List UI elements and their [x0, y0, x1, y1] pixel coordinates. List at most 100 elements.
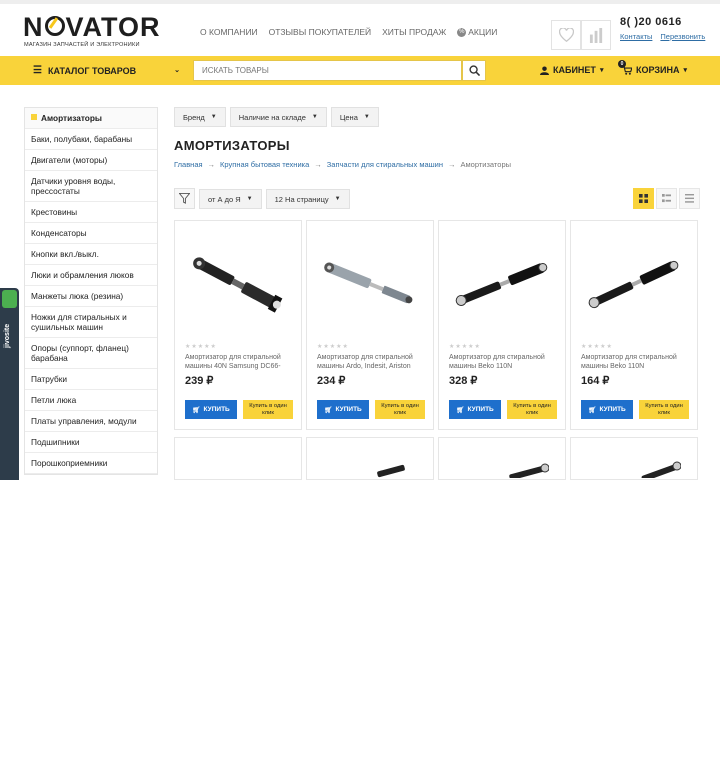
sidebar-item-door-hinges[interactable]: Петли люка	[25, 390, 157, 411]
product-card[interactable]	[570, 437, 698, 480]
per-page-select[interactable]: 12 На страницу ▼	[265, 188, 350, 209]
buy-label: КУПИТЬ	[599, 406, 626, 413]
logo[interactable]: N VATOR	[23, 14, 161, 41]
sidebar-item-doors[interactable]: Люки и обрамления люков	[25, 265, 157, 286]
sidebar-item-capacitors[interactable]: Конденсаторы	[25, 223, 157, 244]
buy-button[interactable]: 🛒︎ КУПИТЬ	[581, 400, 633, 419]
price-value: 234	[317, 375, 336, 387]
shock-absorber-image	[588, 260, 679, 309]
top-nav: О КОМПАНИИ ОТЗЫВЫ ПОКУПАТЕЛЕЙ ХИТЫ ПРОДА…	[200, 27, 508, 37]
sidebar-item-crosspieces[interactable]: Крестовины	[25, 202, 157, 223]
nav-sales[interactable]: % АКЦИИ	[457, 27, 497, 37]
shock-absorber-image	[324, 262, 413, 304]
sort-select[interactable]: от А до Я ▼	[199, 188, 262, 209]
filter-price[interactable]: Цена ▼	[330, 107, 379, 127]
page-title: АМОРТИЗАТОРЫ	[174, 138, 290, 153]
cart-count-badge: 0	[618, 60, 626, 68]
filter-price-label: Цена	[339, 113, 358, 122]
product-price: 234 ₽	[317, 374, 345, 387]
product-price: 164 ₽	[581, 374, 609, 387]
nav-hits[interactable]: ХИТЫ ПРОДАЖ	[382, 27, 446, 37]
rating-stars: ★★★★★	[185, 344, 217, 350]
sidebar-item-door-seals[interactable]: Манжеты люка (резина)	[25, 286, 157, 307]
sidebar-item-tanks[interactable]: Баки, полубаки, барабаны	[25, 129, 157, 150]
cart-icon: 🛒︎	[456, 406, 465, 414]
search-button[interactable]	[462, 60, 486, 81]
sort-row: от А до Я ▼ 12 На страницу ▼	[174, 188, 350, 209]
buy-label: КУПИТЬ	[467, 406, 494, 413]
compare-button[interactable]	[581, 20, 611, 50]
product-name[interactable]: Амортизатор для стиральной машины Beko 1…	[581, 353, 693, 371]
breadcrumb-appliances[interactable]: Крупная бытовая техника	[220, 160, 309, 169]
buy-button[interactable]: 🛒︎ КУПИТЬ	[317, 400, 369, 419]
sort-label: от А до Я	[208, 194, 241, 204]
one-click-button[interactable]: Купить в один клик	[243, 400, 293, 419]
filter-stock[interactable]: Наличие на складе ▼	[229, 107, 327, 127]
sidebar-item-bearings[interactable]: Подшипники	[25, 432, 157, 453]
product-card[interactable]	[438, 437, 566, 480]
nav-about[interactable]: О КОМПАНИИ	[200, 27, 258, 37]
search-input[interactable]: ИСКАТЬ ТОВАРЫ	[193, 60, 462, 81]
filter-brand[interactable]: Бренд ▼	[174, 107, 226, 127]
sidebar-item-control-boards[interactable]: Платы управления, модули	[25, 411, 157, 432]
cart-icon: 🛒︎	[324, 406, 333, 414]
buy-button[interactable]: 🛒︎ КУПИТЬ	[185, 400, 237, 419]
sidebar-item-label: Амортизаторы	[41, 113, 103, 123]
sidebar-item-feet[interactable]: Ножки для стиральных и сушильных машин	[25, 307, 157, 338]
compact-view-button[interactable]	[656, 188, 677, 209]
one-click-button[interactable]: Купить в один клик	[375, 400, 425, 419]
callback-link[interactable]: Перезвонить	[660, 32, 705, 41]
rating-stars: ★★★★★	[449, 344, 481, 350]
price-value: 239	[185, 375, 204, 387]
cart-button[interactable]: 0 КОРЗИНА ▾	[618, 60, 687, 75]
shock-absorber-image	[193, 257, 283, 313]
cabinet-button[interactable]: КАБИНЕТ ▾	[540, 65, 603, 75]
per-page-label: 12 На страницу	[274, 194, 329, 204]
rating-stars: ★★★★★	[317, 344, 349, 350]
product-card[interactable]: ★★★★★ Амортизатор для стиральной машины …	[570, 220, 698, 430]
buy-button[interactable]: 🛒︎ КУПИТЬ	[449, 400, 501, 419]
breadcrumb-home[interactable]: Главная	[174, 160, 203, 169]
breadcrumb-separator: →	[448, 160, 456, 169]
active-marker	[31, 114, 37, 120]
currency: ₽	[206, 375, 214, 387]
product-card[interactable]	[174, 437, 302, 480]
cart-label: КОРЗИНА	[636, 65, 680, 75]
product-card[interactable]: ★★★★★ Амортизатор для стиральной машины …	[306, 220, 434, 430]
grid-icon	[639, 194, 648, 203]
one-click-button[interactable]: Купить в один клик	[639, 400, 689, 419]
list-icon	[685, 194, 694, 203]
breadcrumb-washer-parts[interactable]: Запчасти для стиральных машин	[327, 160, 443, 169]
chevron-down-icon: ▾	[683, 67, 687, 74]
sidebar-item-shock-absorbers[interactable]: Амортизаторы	[25, 108, 157, 129]
price-value: 164	[581, 375, 600, 387]
product-card[interactable]: ★★★★★ Амортизатор для стиральной машины …	[174, 220, 302, 430]
phone-number: 8( )20 0616	[620, 16, 682, 28]
sidebar-item-buttons[interactable]: Кнопки вкл./выкл.	[25, 244, 157, 265]
contacts-link[interactable]: Контакты	[620, 32, 652, 41]
nav-reviews[interactable]: ОТЗЫВЫ ПОКУПАТЕЛЕЙ	[269, 27, 371, 37]
product-card[interactable]: ★★★★★ Амортизатор для стиральной машины …	[438, 220, 566, 430]
shock-absorber-image	[641, 461, 681, 478]
one-click-button[interactable]: Купить в один клик	[507, 400, 557, 419]
product-name[interactable]: Амортизатор для стиральной машины 40N Sa…	[185, 353, 297, 371]
chat-widget[interactable]: jivosite Напишите нам, мы онлайн!	[0, 288, 19, 768]
product-name[interactable]: Амортизатор для стиральной машины Ardo, …	[317, 353, 429, 371]
list-view-button[interactable]	[679, 188, 700, 209]
chat-brand: jivosite	[4, 323, 11, 348]
filter-toggle-button[interactable]	[174, 188, 195, 209]
sidebar-item-water-sensors[interactable]: Датчики уровня воды, прессостаты	[25, 171, 157, 202]
wishlist-button[interactable]	[551, 20, 581, 50]
sidebar-item-pipes[interactable]: Патрубки	[25, 369, 157, 390]
chat-label: Напишите нам, мы онлайн!	[4, 660, 14, 768]
grid-view-button[interactable]	[633, 188, 654, 209]
sidebar-item-detergent-drawers[interactable]: Порошкоприемники	[25, 453, 157, 474]
sidebar-item-drum-supports[interactable]: Опоры (суппорт, фланец) барабана	[25, 338, 157, 369]
header-icons	[551, 20, 611, 50]
product-name[interactable]: Амортизатор для стиральной машины Beko 1…	[449, 353, 561, 371]
menu-icon: ☰	[33, 65, 42, 76]
sidebar-item-motors[interactable]: Двигатели (моторы)	[25, 150, 157, 171]
catalog-button[interactable]: ☰ КАТАЛОГ ТОВАРОВ ⌄	[24, 56, 186, 85]
user-icon	[540, 65, 549, 75]
product-card[interactable]	[306, 437, 434, 480]
